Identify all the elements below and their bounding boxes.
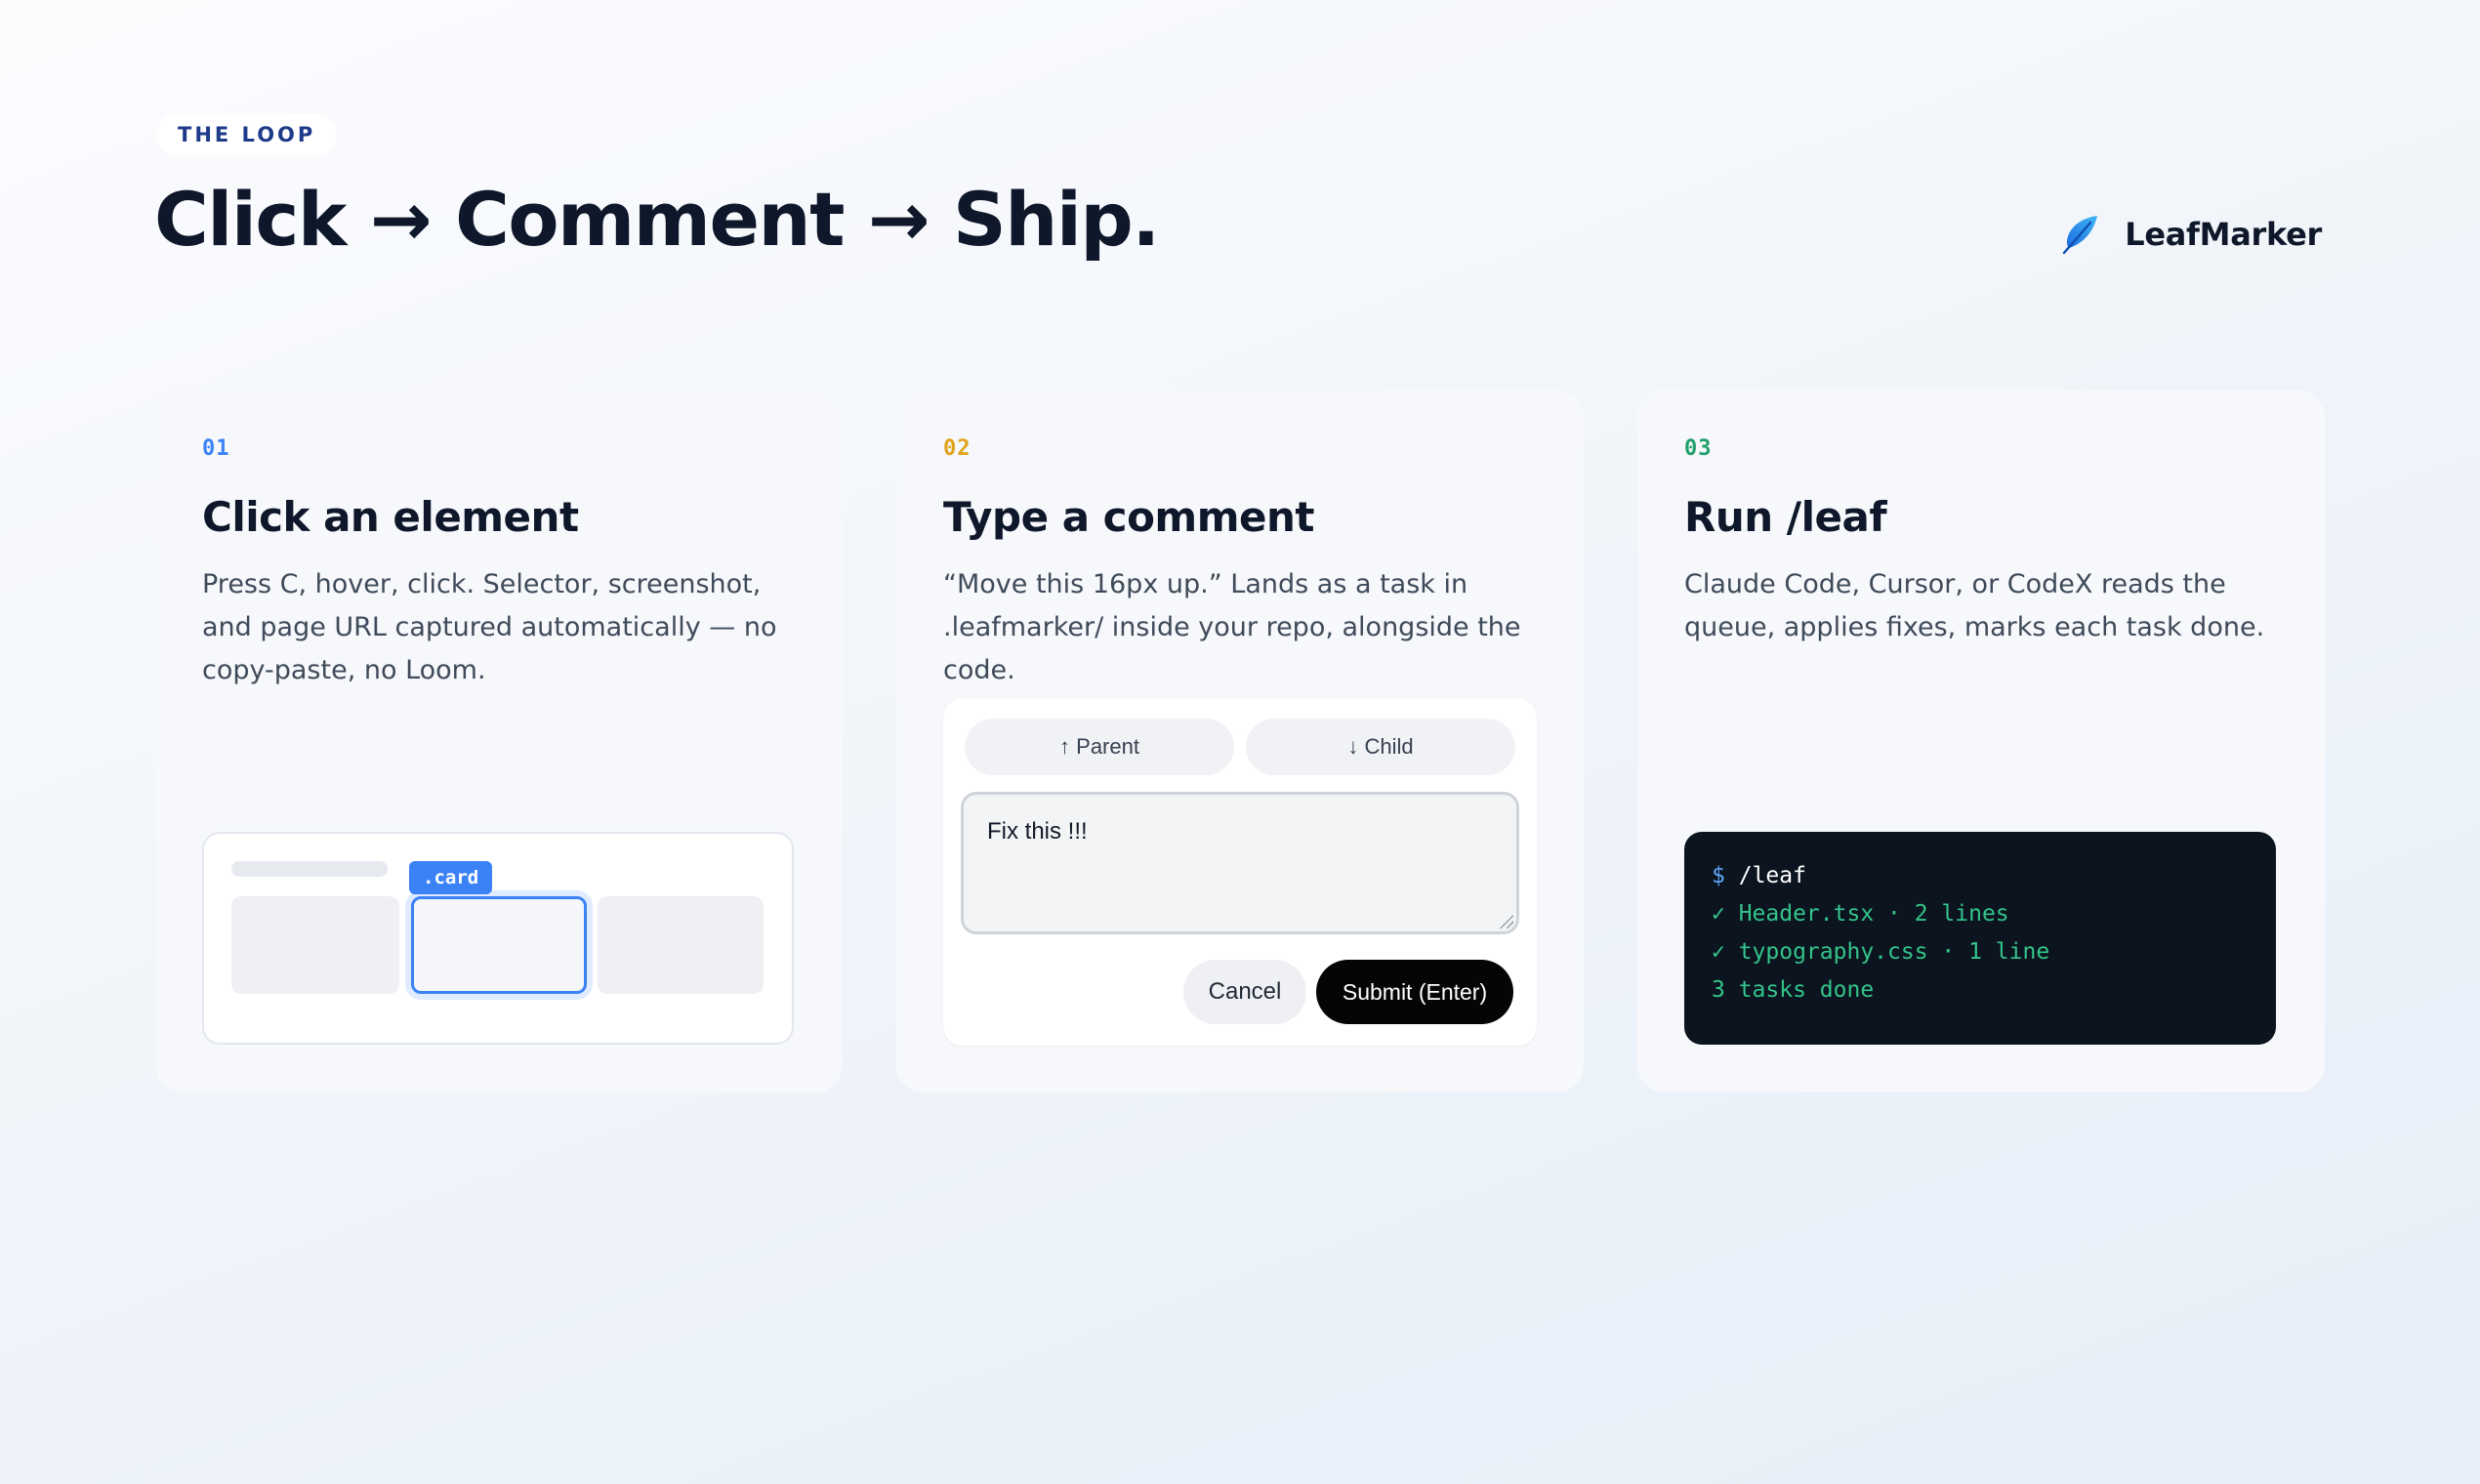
step-number: 03 <box>1684 436 1713 461</box>
brand-name: LeafMarker <box>2125 216 2322 253</box>
step-card-run: 03 Run /leaf Claude Code, Cursor, or Cod… <box>1637 390 2325 1092</box>
child-button[interactable]: ↓ Child <box>1246 719 1515 775</box>
step-description: Press C, hover, click. Selector, screens… <box>202 569 777 685</box>
selected-element[interactable] <box>411 896 587 994</box>
page-title: Click → Comment → Ship. <box>154 176 1160 263</box>
resize-handle-icon[interactable] <box>1498 913 1513 928</box>
section-eyebrow: THE LOOP <box>156 113 338 156</box>
terminal-prompt: $ <box>1712 863 1725 888</box>
parent-button[interactable]: ↑ Parent <box>965 719 1234 775</box>
step-number: 01 <box>202 436 230 461</box>
step-title: Click an element <box>202 493 579 541</box>
placeholder-block <box>231 896 399 994</box>
terminal-line: 3 tasks done <box>1712 977 1875 1003</box>
placeholder-bar <box>231 861 388 877</box>
step-description: Claude Code, Cursor, or CodeX reads the … <box>1684 569 2265 642</box>
step-title: Type a comment <box>943 493 1314 541</box>
step-title: Run /leaf <box>1684 493 1887 541</box>
comment-input[interactable]: Fix this !!! <box>961 792 1519 934</box>
placeholder-block <box>598 896 764 994</box>
step-card-comment: 02 Type a comment “Move this 16px up.” L… <box>896 390 1584 1092</box>
terminal-command-line: $ /leaf <box>1712 857 2249 895</box>
terminal-command: /leaf <box>1738 863 1806 888</box>
selector-tag: .card <box>409 861 493 894</box>
feather-leaf-icon <box>2063 216 2098 255</box>
terminal-output: $ /leaf ✓ Header.tsx · 2 lines ✓ typogra… <box>1684 832 2276 1045</box>
element-select-mockup: .card <box>202 832 794 1045</box>
step-number: 02 <box>943 436 971 461</box>
cancel-button[interactable]: Cancel <box>1183 960 1306 1024</box>
step-card-click: 01 Click an element Press C, hover, clic… <box>155 390 843 1092</box>
terminal-line: ✓ typography.css · 1 line <box>1712 939 2050 965</box>
step-description: “Move this 16px up.” Lands as a task in … <box>943 569 1521 685</box>
terminal-line: ✓ Header.tsx · 2 lines <box>1712 901 2009 927</box>
comment-popover: ↑ Parent ↓ Child Fix this !!! Cancel Sub… <box>943 698 1537 1046</box>
submit-button[interactable]: Submit (Enter) <box>1316 960 1513 1024</box>
brand-logo[interactable]: LeafMarker <box>2058 213 2322 256</box>
